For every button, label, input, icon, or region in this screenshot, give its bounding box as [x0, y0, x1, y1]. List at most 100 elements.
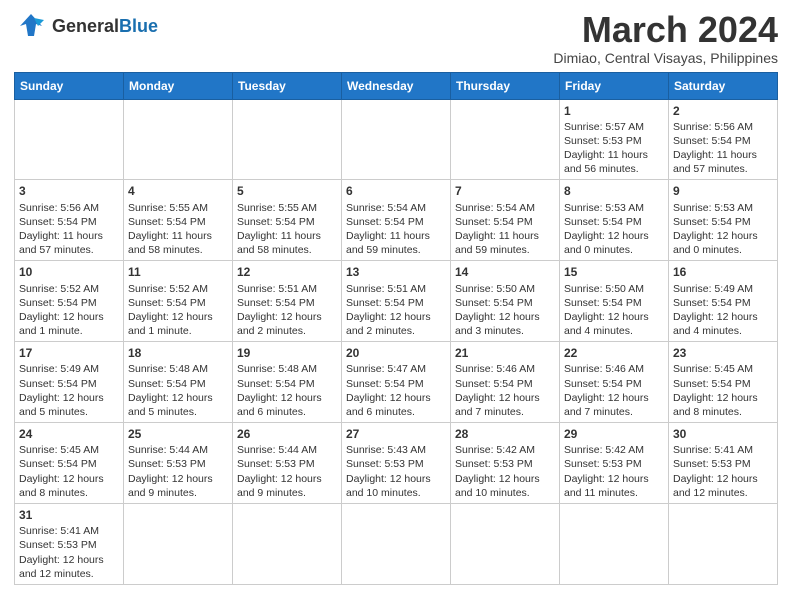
- day-number: 9: [673, 183, 773, 199]
- day-number: 21: [455, 345, 555, 361]
- day-info: Sunrise: 5:57 AM Sunset: 5:53 PM Dayligh…: [564, 120, 664, 177]
- title-area: March 2024 Dimiao, Central Visayas, Phil…: [553, 10, 778, 66]
- day-info: Sunrise: 5:51 AM Sunset: 5:54 PM Dayligh…: [346, 282, 446, 339]
- day-number: 2: [673, 103, 773, 119]
- day-info: Sunrise: 5:52 AM Sunset: 5:54 PM Dayligh…: [128, 282, 228, 339]
- calendar-day-cell: 9 Sunrise: 5:53 AM Sunset: 5:54 PM Daylig…: [669, 180, 778, 261]
- day-info: Sunrise: 5:41 AM Sunset: 5:53 PM Dayligh…: [673, 443, 773, 500]
- calendar-day-cell: 19Sunrise: 5:48 AM Sunset: 5:54 PM Dayli…: [233, 342, 342, 423]
- calendar-day-cell: 18Sunrise: 5:48 AM Sunset: 5:54 PM Dayli…: [124, 342, 233, 423]
- day-number: 3: [19, 183, 119, 199]
- day-number: 28: [455, 426, 555, 442]
- day-number: 4: [128, 183, 228, 199]
- logo-area: GeneralBlue: [14, 10, 158, 44]
- day-number: 13: [346, 264, 446, 280]
- weekday-header-row: SundayMondayTuesdayWednesdayThursdayFrid…: [15, 72, 778, 99]
- day-number: 1: [564, 103, 664, 119]
- calendar-day-cell: 11 Sunrise: 5:52 AM Sunset: 5:54 PM Dayli…: [124, 261, 233, 342]
- calendar-day-cell: 6Sunrise: 5:54 AM Sunset: 5:54 PM Daylig…: [342, 180, 451, 261]
- calendar-day-cell: 4Sunrise: 5:55 AM Sunset: 5:54 PM Daylig…: [124, 180, 233, 261]
- weekday-header-cell: Monday: [124, 72, 233, 99]
- day-info: Sunrise: 5:52 AM Sunset: 5:54 PM Dayligh…: [19, 282, 119, 339]
- calendar-day-cell: [451, 503, 560, 584]
- weekday-header-cell: Saturday: [669, 72, 778, 99]
- day-info: Sunrise: 5:56 AM Sunset: 5:54 PM Dayligh…: [19, 201, 119, 258]
- day-info: Sunrise: 5:42 AM Sunset: 5:53 PM Dayligh…: [564, 443, 664, 500]
- day-number: 17: [19, 345, 119, 361]
- calendar-day-cell: 28Sunrise: 5:42 AM Sunset: 5:53 PM Dayli…: [451, 423, 560, 504]
- day-number: 30: [673, 426, 773, 442]
- day-info: Sunrise: 5:50 AM Sunset: 5:54 PM Dayligh…: [455, 282, 555, 339]
- calendar-day-cell: 14 Sunrise: 5:50 AM Sunset: 5:54 PM Dayli…: [451, 261, 560, 342]
- calendar-table: SundayMondayTuesdayWednesdayThursdayFrid…: [14, 72, 778, 585]
- calendar-day-cell: [669, 503, 778, 584]
- calendar-day-cell: 22Sunrise: 5:46 AM Sunset: 5:54 PM Dayli…: [560, 342, 669, 423]
- day-number: 8: [564, 183, 664, 199]
- calendar-day-cell: 10 Sunrise: 5:52 AM Sunset: 5:54 PM Dayli…: [15, 261, 124, 342]
- day-number: 11: [128, 264, 228, 280]
- day-info: Sunrise: 5:48 AM Sunset: 5:54 PM Dayligh…: [237, 362, 337, 419]
- calendar-day-cell: [233, 503, 342, 584]
- calendar-week-row: 31Sunrise: 5:41 AM Sunset: 5:53 PM Dayli…: [15, 503, 778, 584]
- calendar-day-cell: [124, 99, 233, 180]
- day-info: Sunrise: 5:44 AM Sunset: 5:53 PM Dayligh…: [237, 443, 337, 500]
- logo-text: GeneralBlue: [52, 17, 158, 37]
- day-info: Sunrise: 5:50 AM Sunset: 5:54 PM Dayligh…: [564, 282, 664, 339]
- calendar-day-cell: [560, 503, 669, 584]
- calendar-day-cell: 12Sunrise: 5:51 AM Sunset: 5:54 PM Dayli…: [233, 261, 342, 342]
- location-subtitle: Dimiao, Central Visayas, Philippines: [553, 50, 778, 66]
- day-number: 27: [346, 426, 446, 442]
- day-info: Sunrise: 5:53 AM Sunset: 5:54 PM Dayligh…: [673, 201, 773, 258]
- day-number: 19: [237, 345, 337, 361]
- day-number: 14: [455, 264, 555, 280]
- weekday-header-cell: Tuesday: [233, 72, 342, 99]
- day-info: Sunrise: 5:55 AM Sunset: 5:54 PM Dayligh…: [237, 201, 337, 258]
- day-info: Sunrise: 5:43 AM Sunset: 5:53 PM Dayligh…: [346, 443, 446, 500]
- day-number: 31: [19, 507, 119, 523]
- day-number: 23: [673, 345, 773, 361]
- day-number: 10: [19, 264, 119, 280]
- calendar-day-cell: 1Sunrise: 5:57 AM Sunset: 5:53 PM Daylig…: [560, 99, 669, 180]
- logo-icon: [14, 10, 48, 44]
- calendar-day-cell: 15Sunrise: 5:50 AM Sunset: 5:54 PM Dayli…: [560, 261, 669, 342]
- day-number: 6: [346, 183, 446, 199]
- weekday-header-cell: Friday: [560, 72, 669, 99]
- calendar-week-row: 10 Sunrise: 5:52 AM Sunset: 5:54 PM Dayli…: [15, 261, 778, 342]
- calendar-week-row: 1Sunrise: 5:57 AM Sunset: 5:53 PM Daylig…: [15, 99, 778, 180]
- calendar-day-cell: [342, 503, 451, 584]
- day-number: 5: [237, 183, 337, 199]
- calendar-day-cell: 30Sunrise: 5:41 AM Sunset: 5:53 PM Dayli…: [669, 423, 778, 504]
- day-number: 25: [128, 426, 228, 442]
- day-info: Sunrise: 5:53 AM Sunset: 5:54 PM Dayligh…: [564, 201, 664, 258]
- calendar-day-cell: 24Sunrise: 5:45 AM Sunset: 5:54 PM Dayli…: [15, 423, 124, 504]
- calendar-day-cell: 8 Sunrise: 5:53 AM Sunset: 5:54 PM Daylig…: [560, 180, 669, 261]
- calendar-day-cell: 13 Sunrise: 5:51 AM Sunset: 5:54 PM Dayli…: [342, 261, 451, 342]
- day-info: Sunrise: 5:49 AM Sunset: 5:54 PM Dayligh…: [19, 362, 119, 419]
- calendar-day-cell: [124, 503, 233, 584]
- calendar-day-cell: [451, 99, 560, 180]
- day-info: Sunrise: 5:41 AM Sunset: 5:53 PM Dayligh…: [19, 524, 119, 581]
- weekday-header-cell: Sunday: [15, 72, 124, 99]
- calendar-body: 1Sunrise: 5:57 AM Sunset: 5:53 PM Daylig…: [15, 99, 778, 584]
- page-header: GeneralBlue March 2024 Dimiao, Central V…: [14, 10, 778, 66]
- day-info: Sunrise: 5:48 AM Sunset: 5:54 PM Dayligh…: [128, 362, 228, 419]
- day-info: Sunrise: 5:49 AM Sunset: 5:54 PM Dayligh…: [673, 282, 773, 339]
- day-number: 26: [237, 426, 337, 442]
- calendar-week-row: 3 Sunrise: 5:56 AM Sunset: 5:54 PM Daylig…: [15, 180, 778, 261]
- calendar-day-cell: 26Sunrise: 5:44 AM Sunset: 5:53 PM Dayli…: [233, 423, 342, 504]
- calendar-day-cell: 21Sunrise: 5:46 AM Sunset: 5:54 PM Dayli…: [451, 342, 560, 423]
- day-number: 16: [673, 264, 773, 280]
- day-info: Sunrise: 5:44 AM Sunset: 5:53 PM Dayligh…: [128, 443, 228, 500]
- day-info: Sunrise: 5:47 AM Sunset: 5:54 PM Dayligh…: [346, 362, 446, 419]
- day-info: Sunrise: 5:42 AM Sunset: 5:53 PM Dayligh…: [455, 443, 555, 500]
- calendar-day-cell: 17Sunrise: 5:49 AM Sunset: 5:54 PM Dayli…: [15, 342, 124, 423]
- weekday-header-cell: Wednesday: [342, 72, 451, 99]
- calendar-day-cell: 31Sunrise: 5:41 AM Sunset: 5:53 PM Dayli…: [15, 503, 124, 584]
- calendar-day-cell: 7Sunrise: 5:54 AM Sunset: 5:54 PM Daylig…: [451, 180, 560, 261]
- calendar-day-cell: [233, 99, 342, 180]
- day-info: Sunrise: 5:46 AM Sunset: 5:54 PM Dayligh…: [564, 362, 664, 419]
- day-info: Sunrise: 5:46 AM Sunset: 5:54 PM Dayligh…: [455, 362, 555, 419]
- calendar-day-cell: 16 Sunrise: 5:49 AM Sunset: 5:54 PM Dayli…: [669, 261, 778, 342]
- day-number: 18: [128, 345, 228, 361]
- calendar-day-cell: 20Sunrise: 5:47 AM Sunset: 5:54 PM Dayli…: [342, 342, 451, 423]
